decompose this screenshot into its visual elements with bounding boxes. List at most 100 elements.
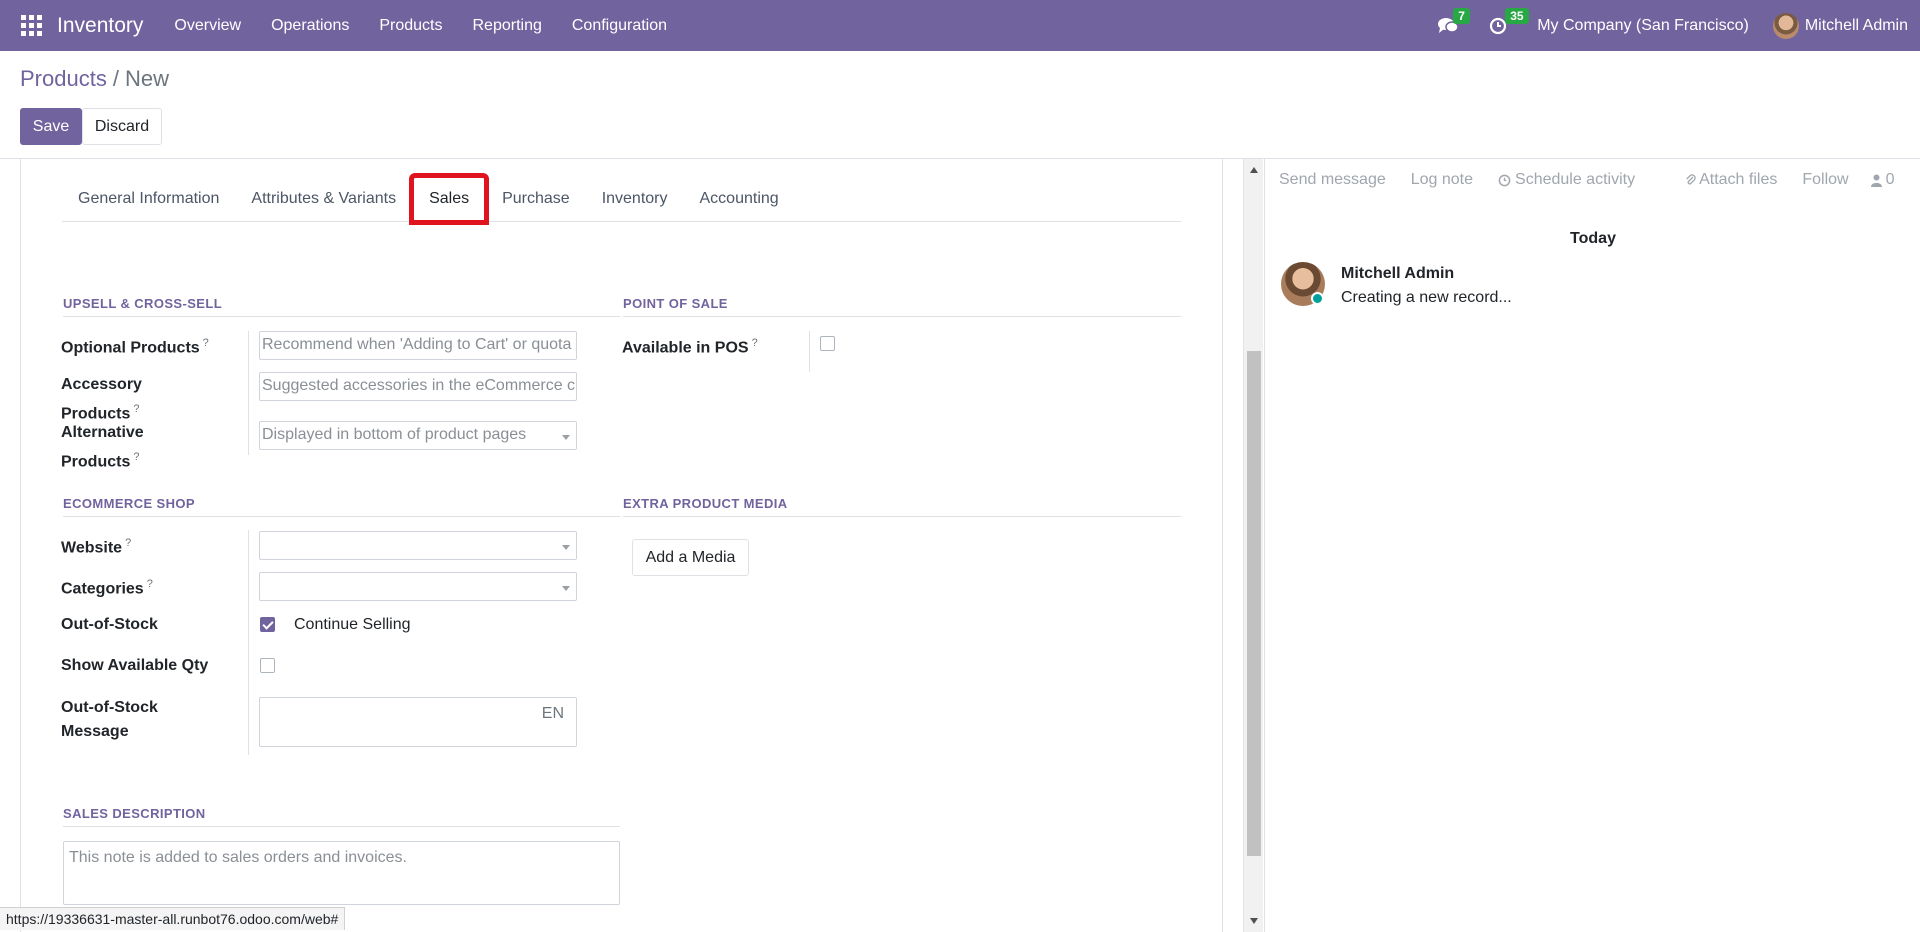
online-status-icon: [1311, 292, 1324, 305]
messaging-menu[interactable]: 7: [1437, 7, 1470, 35]
chevron-down-icon: [562, 435, 570, 440]
alternative-products-placeholder: Displayed in bottom of product pages: [262, 426, 527, 443]
menu-overview[interactable]: Overview: [174, 17, 241, 35]
categories-label: Categories?: [61, 572, 153, 601]
apps-menu-icon[interactable]: [19, 14, 43, 38]
form-view: General Information Attributes & Variant…: [0, 159, 1263, 932]
website-label: Website?: [61, 531, 131, 560]
show-available-qty-label: Show Available Qty: [61, 657, 209, 674]
attach-files-button[interactable]: Attach files: [1685, 171, 1777, 189]
message-body: Creating a new record...: [1341, 289, 1512, 306]
user-menu[interactable]: Mitchell Admin: [1772, 12, 1908, 39]
optional-products-help-icon[interactable]: ?: [203, 337, 209, 349]
attach-files-label: Attach files: [1699, 171, 1778, 188]
categories-help-icon[interactable]: ?: [147, 578, 153, 590]
accessory-products-label-line1: Accessory: [61, 376, 142, 393]
website-help-icon[interactable]: ?: [125, 537, 131, 549]
website-select[interactable]: [259, 531, 577, 560]
optional-products-input[interactable]: Recommend when 'Adding to Cart' or quota: [259, 331, 577, 360]
categories-select[interactable]: [259, 572, 577, 601]
message-author[interactable]: Mitchell Admin: [1341, 265, 1454, 283]
schedule-activity-button[interactable]: Schedule activity: [1498, 171, 1635, 189]
available-in-pos-label-text: Available in POS: [622, 339, 749, 357]
scrollbar-thumb[interactable]: [1247, 351, 1261, 856]
ecommerce-section-title: ECOMMERCE SHOP: [63, 496, 620, 517]
language-toggle[interactable]: EN: [542, 705, 564, 723]
available-in-pos-checkbox[interactable]: [820, 336, 835, 351]
categories-label-text: Categories: [61, 580, 144, 598]
breadcrumb: Products / New: [20, 66, 169, 92]
clock-icon: [1498, 174, 1511, 186]
scroll-up-icon[interactable]: [1250, 167, 1258, 173]
top-navbar: Inventory Overview Operations Products R…: [0, 0, 1920, 51]
tab-sales[interactable]: Sales: [409, 173, 490, 225]
followers-button[interactable]: 0: [1870, 171, 1895, 189]
company-switcher[interactable]: My Company (San Francisco): [1537, 17, 1749, 35]
form-scrollbar[interactable]: [1243, 159, 1263, 932]
menu-configuration[interactable]: Configuration: [572, 17, 667, 35]
upsell-section-title: UPSELL & CROSS-SELL: [63, 296, 620, 317]
field-divider: [248, 530, 249, 755]
follow-button[interactable]: Follow: [1802, 171, 1848, 189]
optional-products-label: Optional Products?: [61, 331, 209, 360]
messages-count-badge: 7: [1453, 7, 1470, 24]
alternative-products-select[interactable]: Displayed in bottom of product pages: [259, 421, 577, 450]
tab-purchase[interactable]: Purchase: [486, 176, 586, 222]
activities-count-badge: 35: [1505, 7, 1529, 24]
pos-section-title: POINT OF SALE: [623, 296, 1181, 317]
status-bar-url: https://19336631-master-all.runbot76.odo…: [0, 907, 346, 930]
sales-description-textarea[interactable]: This note is added to sales orders and i…: [63, 841, 620, 905]
accessory-products-placeholder: Suggested accessories in the eCommerce c: [262, 377, 576, 394]
continue-selling-label[interactable]: Continue Selling: [294, 613, 411, 637]
tab-inventory[interactable]: Inventory: [586, 176, 684, 222]
paperclip-icon: [1686, 174, 1696, 185]
notebook-tabs: General Information Attributes & Variant…: [62, 173, 1181, 225]
chatter-panel: Send message Log note Schedule activity …: [1264, 159, 1920, 932]
sales-description-section-title: SALES DESCRIPTION: [63, 806, 620, 827]
user-icon: [1870, 174, 1882, 187]
user-name: Mitchell Admin: [1804, 16, 1908, 34]
field-divider: [248, 331, 249, 455]
accessory-products-input[interactable]: Suggested accessories in the eCommerce c: [259, 372, 577, 401]
breadcrumb-products-link[interactable]: Products: [20, 66, 107, 91]
optional-products-label-text: Optional Products: [61, 339, 200, 357]
accessory-products-help-icon[interactable]: ?: [133, 403, 139, 415]
out-of-stock-message-label-line1: Out-of-Stock: [61, 699, 158, 716]
accessory-products-label: Accessory Products?: [61, 373, 142, 426]
alternative-products-label-line1: Alternative: [61, 424, 144, 441]
sales-description-placeholder: This note is added to sales orders and i…: [69, 849, 407, 866]
log-note-button[interactable]: Log note: [1411, 171, 1473, 189]
show-available-qty-checkbox[interactable]: [260, 658, 275, 673]
field-divider: [809, 331, 810, 372]
breadcrumb-current: New: [124, 66, 169, 91]
tab-accounting[interactable]: Accounting: [684, 176, 795, 222]
menu-reporting[interactable]: Reporting: [472, 17, 541, 35]
accessory-products-label-line2: Products: [61, 405, 131, 423]
scroll-down-icon[interactable]: [1250, 918, 1258, 924]
tab-attributes-variants[interactable]: Attributes & Variants: [235, 176, 412, 222]
chevron-down-icon: [562, 586, 570, 591]
add-media-button[interactable]: Add a Media: [632, 539, 749, 576]
out-of-stock-message-label-line2: Message: [61, 723, 129, 740]
available-in-pos-help-icon[interactable]: ?: [752, 337, 758, 349]
save-button[interactable]: Save: [20, 108, 82, 145]
user-avatar: [1772, 12, 1799, 39]
chevron-down-icon: [562, 545, 570, 550]
media-section-title: EXTRA PRODUCT MEDIA: [623, 496, 1181, 517]
send-message-button[interactable]: Send message: [1279, 171, 1386, 189]
tab-general-information[interactable]: General Information: [62, 176, 235, 222]
out-of-stock-label: Out-of-Stock: [61, 616, 158, 633]
discard-button[interactable]: Discard: [82, 108, 162, 145]
alternative-products-help-icon[interactable]: ?: [133, 451, 139, 463]
menu-products[interactable]: Products: [379, 17, 442, 35]
out-of-stock-message-input[interactable]: EN: [259, 697, 577, 747]
alternative-products-label-line2: Products: [61, 453, 131, 471]
chatter-topbar: Send message Log note Schedule activity …: [1265, 159, 1920, 201]
continue-selling-checkbox[interactable]: [260, 617, 275, 632]
app-name[interactable]: Inventory: [57, 14, 143, 38]
followers-count: 0: [1885, 171, 1895, 188]
date-separator: Today: [1570, 230, 1616, 247]
activity-menu[interactable]: 35: [1489, 7, 1529, 35]
alternative-products-label: Alternative Products?: [61, 421, 144, 474]
menu-operations[interactable]: Operations: [271, 17, 349, 35]
